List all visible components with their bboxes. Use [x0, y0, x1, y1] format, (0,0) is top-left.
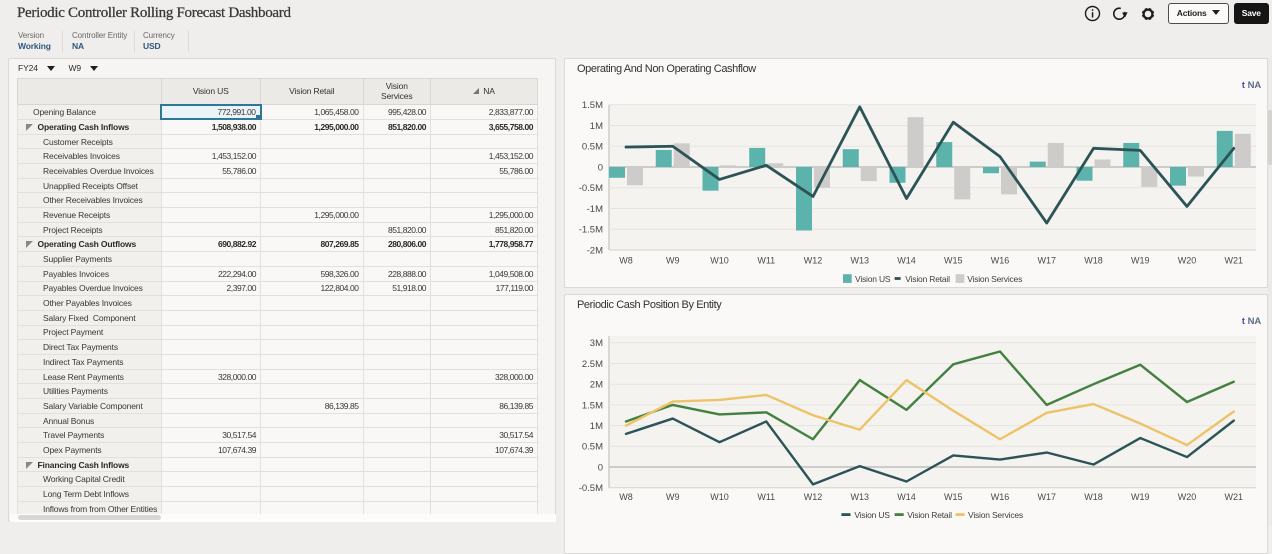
svg-text:-2M: -2M [587, 245, 603, 256]
svg-text:W10: W10 [710, 492, 729, 502]
svg-text:W14: W14 [897, 256, 916, 266]
svg-text:W21: W21 [1224, 256, 1243, 266]
svg-text:W18: W18 [1084, 256, 1103, 266]
svg-text:W19: W19 [1131, 256, 1150, 266]
svg-text:W20: W20 [1178, 492, 1197, 502]
svg-text:W16: W16 [991, 492, 1010, 502]
svg-text:Vision US: Vision US [854, 510, 890, 520]
svg-text:0.5M: 0.5M [582, 442, 603, 453]
svg-text:W17: W17 [1037, 256, 1056, 266]
svg-text:2M: 2M [590, 380, 603, 391]
svg-text:W15: W15 [944, 256, 963, 266]
svg-text:1.5M: 1.5M [582, 100, 603, 111]
svg-text:-1M: -1M [587, 204, 603, 215]
svg-text:Vision Retail: Vision Retail [905, 274, 950, 284]
svg-text:W11: W11 [757, 492, 775, 502]
svg-text:0: 0 [598, 162, 603, 173]
svg-text:0: 0 [598, 462, 603, 473]
svg-text:W16: W16 [991, 256, 1010, 266]
svg-text:W12: W12 [804, 492, 823, 502]
svg-text:W20: W20 [1178, 256, 1197, 266]
svg-text:W21: W21 [1224, 492, 1243, 502]
svg-text:W11: W11 [757, 256, 775, 266]
svg-text:Vision US: Vision US [855, 274, 891, 284]
svg-text:1M: 1M [590, 121, 603, 132]
svg-text:3M: 3M [590, 338, 603, 349]
svg-text:W15: W15 [944, 492, 963, 502]
svg-text:W13: W13 [850, 492, 869, 502]
svg-text:W18: W18 [1084, 492, 1103, 502]
svg-text:Vision Services: Vision Services [967, 274, 1022, 284]
svg-text:W12: W12 [804, 256, 823, 266]
svg-text:W17: W17 [1037, 492, 1056, 502]
svg-text:W9: W9 [666, 256, 680, 266]
svg-text:W10: W10 [710, 256, 729, 266]
svg-text:W19: W19 [1131, 492, 1150, 502]
svg-text:-0.5M: -0.5M [579, 483, 603, 494]
svg-text:W14: W14 [897, 492, 916, 502]
svg-text:1.5M: 1.5M [582, 400, 603, 411]
svg-text:Vision Retail: Vision Retail [907, 510, 952, 520]
svg-text:1M: 1M [590, 421, 603, 432]
svg-text:W8: W8 [619, 256, 633, 266]
svg-text:Vision Services: Vision Services [968, 510, 1023, 520]
svg-text:2.5M: 2.5M [582, 359, 603, 370]
svg-text:W8: W8 [619, 492, 633, 502]
svg-text:-0.5M: -0.5M [579, 183, 603, 194]
svg-text:W13: W13 [850, 256, 869, 266]
svg-text:0.5M: 0.5M [582, 142, 603, 153]
svg-text:W9: W9 [666, 492, 680, 502]
svg-text:-1.5M: -1.5M [579, 225, 603, 236]
